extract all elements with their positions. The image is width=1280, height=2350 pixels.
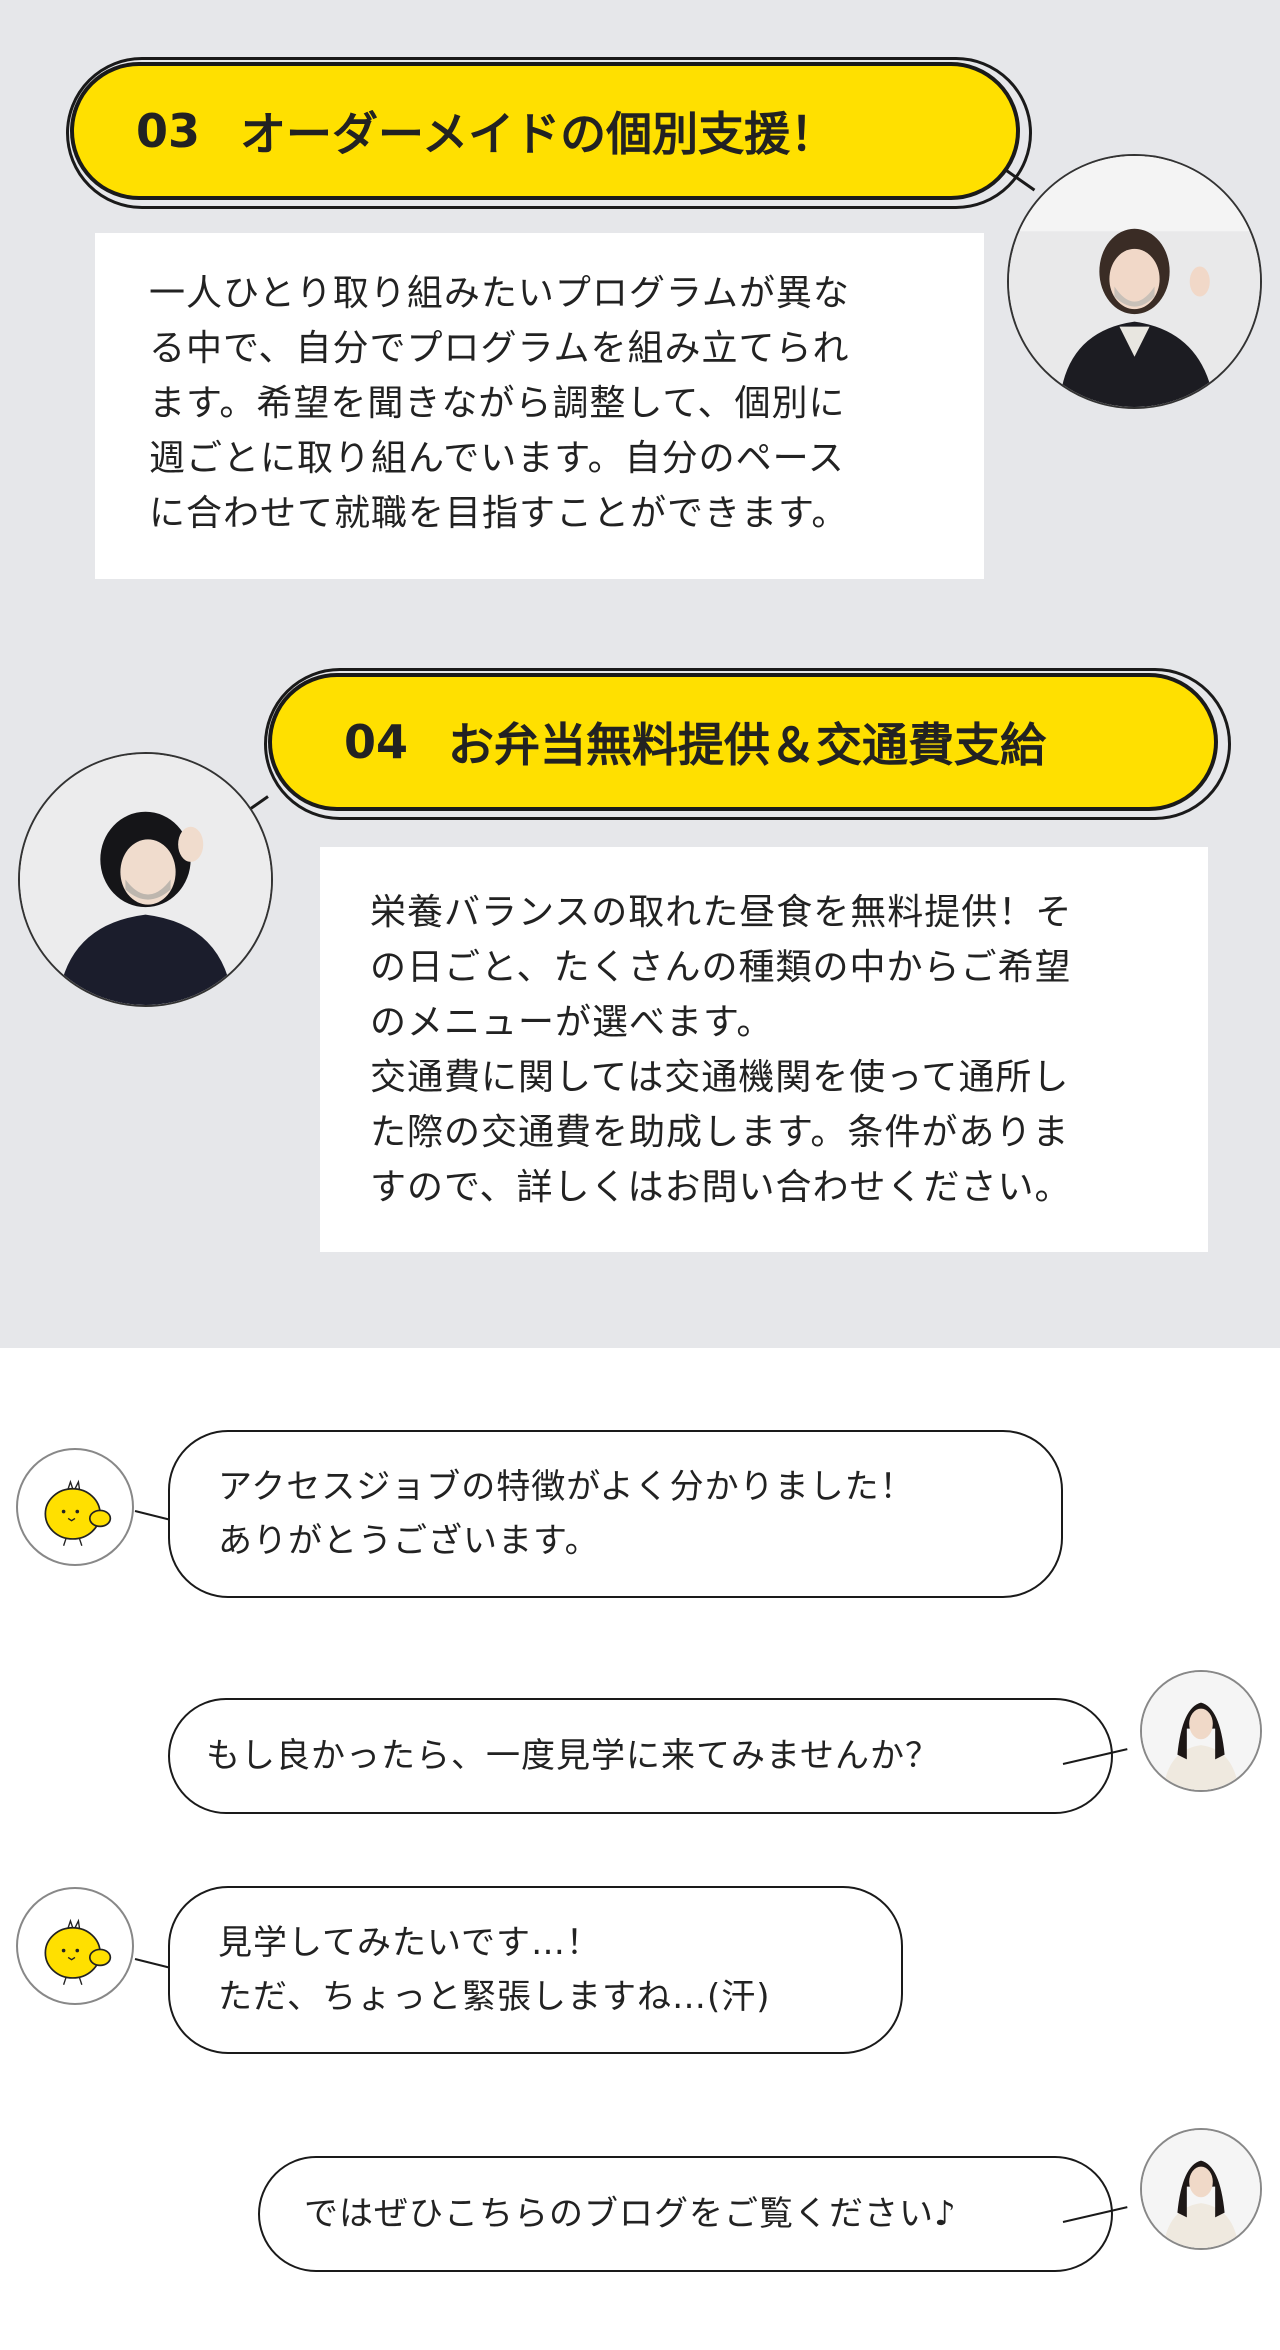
- heading-03-number: 03: [136, 104, 201, 158]
- heading-03: 03 オーダーメイドの個別支援！: [70, 62, 1020, 200]
- section-04-text-card: 栄養バランスの取れた昼食を無料提供！そ の日ごと、たくさんの種類の中からご希望 …: [320, 847, 1208, 1252]
- chat-bubble-4: ではぜひこちらのブログをご覧ください♪: [258, 2156, 1113, 2272]
- chat-bubble-3: 見学してみたいです…！ ただ、ちょっと緊張しますね…(汗): [168, 1886, 903, 2054]
- heading-03-title: オーダーメイドの個別支援！: [240, 107, 837, 161]
- chick-avatar: [16, 1887, 134, 2005]
- heading-04: 04 お弁当無料提供＆交通費支給: [268, 673, 1218, 811]
- staff-photo-04: [18, 752, 273, 1007]
- staff-avatar: [1140, 1670, 1262, 1792]
- staff-photo-03: [1007, 154, 1262, 409]
- staff-avatar: [1140, 2128, 1262, 2250]
- heading-04-number: 04: [344, 715, 409, 769]
- chick-avatar: [16, 1448, 134, 1566]
- section-03-text-card: 一人ひとり取り組みたいプログラムが異な る中で、自分でプログラムを組み立てられ …: [95, 233, 984, 579]
- heading-04-title: お弁当無料提供＆交通費支給: [448, 718, 1047, 772]
- chat-bubble-1: アクセスジョブの特徴がよく分かりました！ ありがとうございます。: [168, 1430, 1063, 1598]
- chat-bubble-2: もし良かったら、一度見学に来てみませんか？: [168, 1698, 1113, 1814]
